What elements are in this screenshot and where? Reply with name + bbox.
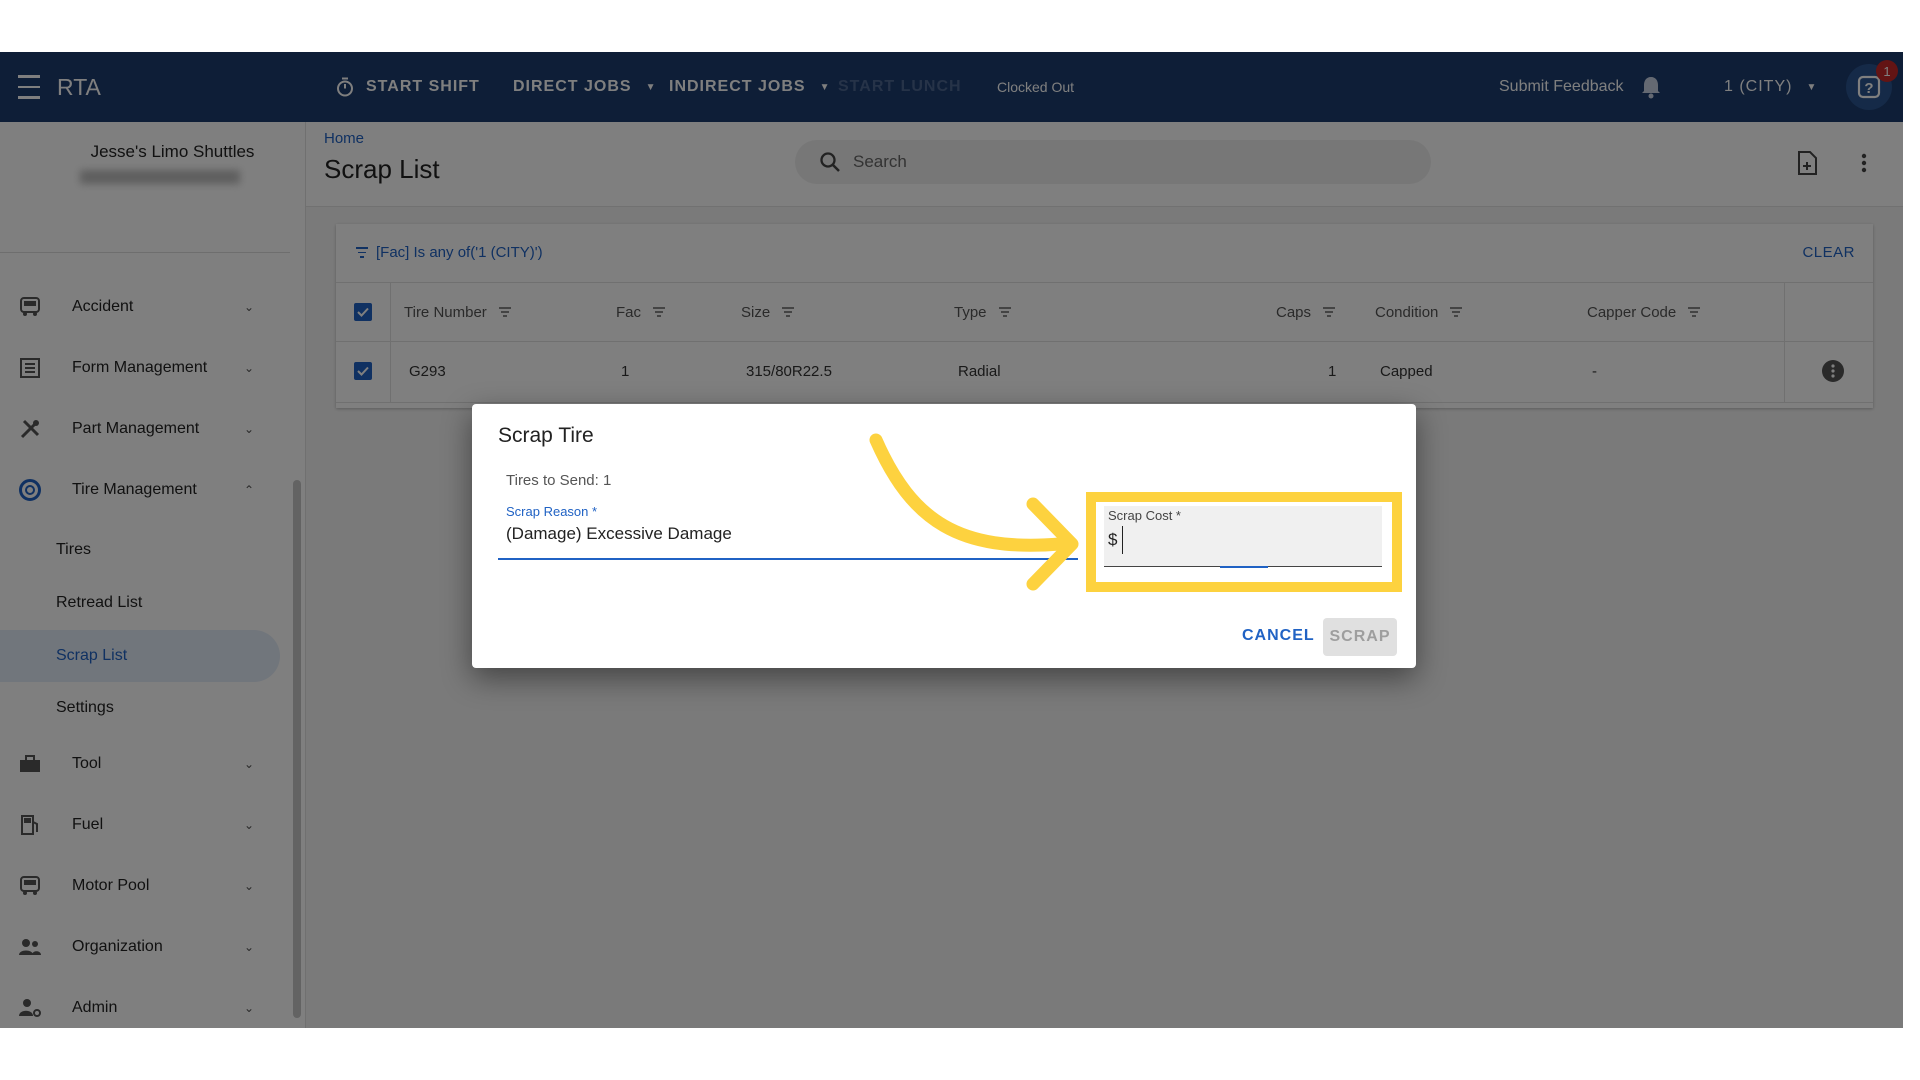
scrap-reason-label: Scrap Reason * xyxy=(506,504,598,519)
scrap-reason-select[interactable]: Scrap Reason * (Damage) Excessive Damage xyxy=(498,504,1078,560)
scrap-cost-highlight: Scrap Cost * $ xyxy=(1086,492,1402,592)
window-edge xyxy=(1903,52,1920,1028)
app-frame: RTA START SHIFT DIRECT JOBS▼ INDIRECT JO… xyxy=(0,52,1903,1028)
dialog-title: Scrap Tire xyxy=(498,424,594,447)
scrap-tire-dialog: Scrap Tire Tires to Send: 1 Scrap Reason… xyxy=(472,404,1416,668)
scrap-cost-input[interactable] xyxy=(1122,526,1377,554)
scrap-reason-value: (Damage) Excessive Damage xyxy=(506,524,732,543)
scrap-button[interactable]: SCRAP xyxy=(1323,618,1397,656)
scrap-cost-label: Scrap Cost * xyxy=(1108,508,1181,523)
focus-underline xyxy=(1220,565,1268,568)
currency-prefix: $ xyxy=(1108,530,1118,549)
cancel-button[interactable]: CANCEL xyxy=(1234,618,1323,654)
scrap-cost-field[interactable]: Scrap Cost * $ xyxy=(1104,506,1382,568)
tires-to-send: Tires to Send: 1 xyxy=(506,472,612,489)
